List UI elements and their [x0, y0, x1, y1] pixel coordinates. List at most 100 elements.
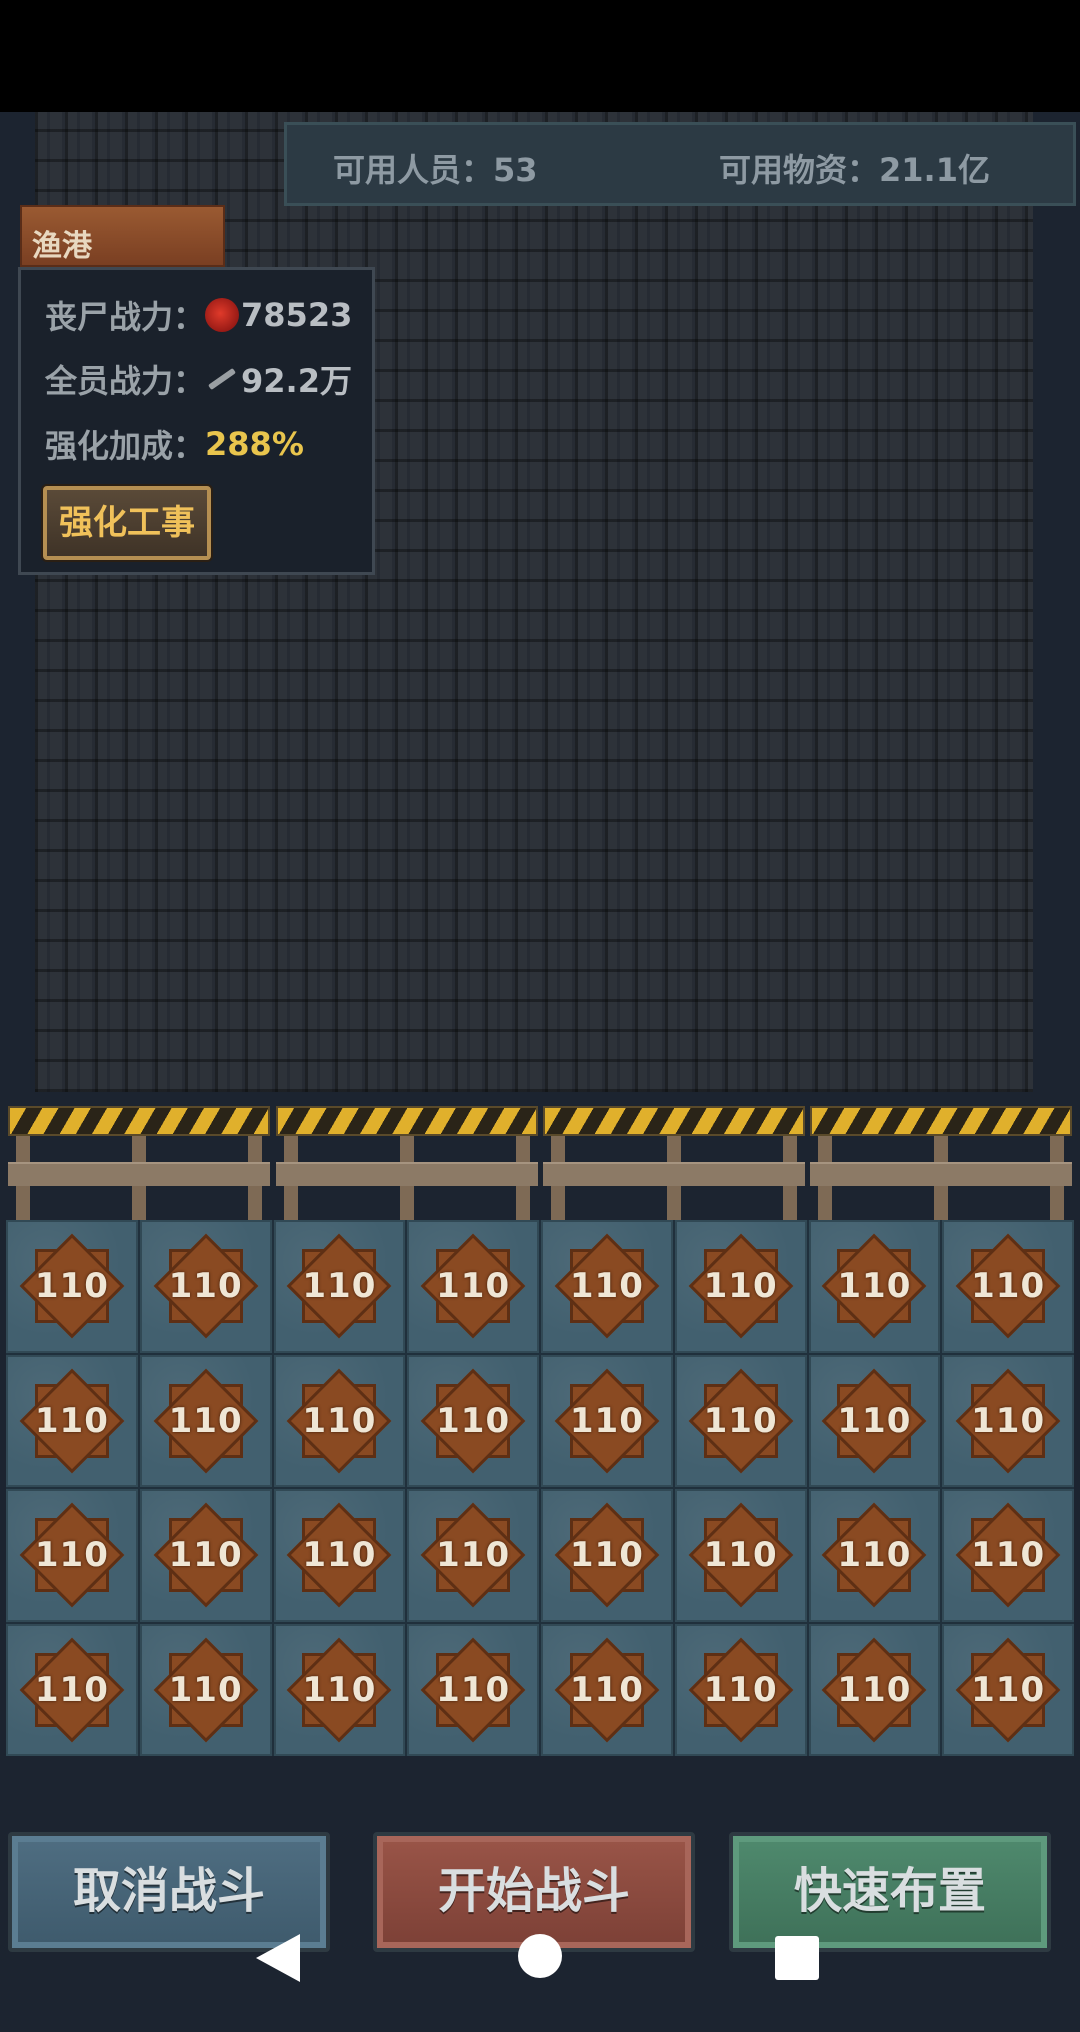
recent-apps-icon[interactable] — [775, 1936, 819, 1980]
fortification-badge-icon: 110 — [287, 1503, 391, 1607]
fortification-badge-icon: 110 — [421, 1369, 525, 1473]
grid-cell[interactable]: 110 — [6, 1623, 138, 1756]
grid-cell[interactable]: 110 — [407, 1220, 539, 1353]
cell-value: 110 — [569, 1400, 644, 1441]
cell-value: 110 — [302, 1266, 377, 1307]
grid-cell[interactable]: 110 — [139, 1220, 272, 1353]
fortification-badge-icon: 110 — [154, 1369, 258, 1473]
fortification-badge-icon: 110 — [20, 1369, 124, 1473]
fortification-badge-icon: 110 — [421, 1234, 525, 1338]
cell-value: 110 — [168, 1266, 243, 1307]
fortification-badge-icon: 110 — [287, 1369, 391, 1473]
cell-value: 110 — [436, 1266, 511, 1307]
cell-value: 110 — [436, 1669, 511, 1710]
fortification-badge-icon: 110 — [287, 1638, 391, 1742]
grid-cell[interactable]: 110 — [407, 1354, 539, 1487]
grid-cell[interactable]: 110 — [942, 1623, 1074, 1756]
upgrade-fortification-button[interactable]: 强化工事 — [43, 486, 211, 560]
cell-value: 110 — [703, 1400, 778, 1441]
cell-value: 110 — [34, 1535, 109, 1576]
grid-cell[interactable]: 110 — [674, 1354, 807, 1487]
fortification-badge-icon: 110 — [154, 1638, 258, 1742]
grid-cell[interactable]: 110 — [541, 1220, 673, 1353]
fortification-badge-icon: 110 — [956, 1369, 1060, 1473]
grid-cell[interactable]: 110 — [407, 1489, 539, 1622]
fortification-badge-icon: 110 — [822, 1369, 926, 1473]
fortification-badge-icon: 110 — [20, 1503, 124, 1607]
cell-value: 110 — [971, 1535, 1046, 1576]
grid-cell[interactable]: 110 — [808, 1489, 941, 1622]
fortification-badge-icon: 110 — [421, 1503, 525, 1607]
cell-value: 110 — [168, 1669, 243, 1710]
cell-value: 110 — [971, 1266, 1046, 1307]
grid-cell[interactable]: 110 — [942, 1220, 1074, 1353]
bonus-label: 强化加成： — [45, 427, 206, 465]
grid-cell[interactable]: 110 — [674, 1489, 807, 1622]
barricade — [543, 1102, 805, 1220]
fortification-badge-icon: 110 — [555, 1369, 659, 1473]
grid-cell[interactable]: 110 — [674, 1220, 807, 1353]
cell-value: 110 — [436, 1400, 511, 1441]
fortification-badge-icon: 110 — [154, 1234, 258, 1338]
cell-value: 110 — [703, 1266, 778, 1307]
fortification-badge-icon: 110 — [555, 1503, 659, 1607]
grid-cell[interactable]: 110 — [674, 1623, 807, 1756]
cell-value: 110 — [302, 1535, 377, 1576]
grid-cell[interactable]: 110 — [407, 1623, 539, 1756]
fortification-badge-icon: 110 — [689, 1503, 793, 1607]
grid-cell[interactable]: 110 — [808, 1354, 941, 1487]
team-power-value: 92.2万 — [241, 362, 352, 400]
cell-value: 110 — [569, 1535, 644, 1576]
cell-value: 110 — [837, 1400, 912, 1441]
back-icon[interactable] — [256, 1934, 300, 1982]
grid-cell[interactable]: 110 — [6, 1220, 138, 1353]
zombie-power-label: 丧尸战力： — [45, 298, 206, 336]
grid-cell[interactable]: 110 — [942, 1489, 1074, 1622]
fortification-badge-icon: 110 — [20, 1638, 124, 1742]
grid-cell[interactable]: 110 — [6, 1354, 138, 1487]
grid-cell[interactable]: 110 — [273, 1220, 406, 1353]
grid-cell[interactable]: 110 — [273, 1354, 406, 1487]
cell-value: 110 — [837, 1669, 912, 1710]
grid-cell[interactable]: 110 — [541, 1354, 673, 1487]
barricade-row — [8, 1102, 1080, 1220]
grid-cell[interactable]: 110 — [541, 1489, 673, 1622]
gun-icon — [205, 362, 239, 396]
fortification-badge-icon: 110 — [555, 1638, 659, 1742]
fortification-badge-icon: 110 — [555, 1234, 659, 1338]
grid-cell[interactable]: 110 — [942, 1354, 1074, 1487]
status-bar — [0, 0, 1080, 112]
cell-value: 110 — [569, 1266, 644, 1307]
cell-value: 110 — [837, 1266, 912, 1307]
grid-cell[interactable]: 110 — [139, 1354, 272, 1487]
cell-value: 110 — [302, 1400, 377, 1441]
grid-cell[interactable]: 110 — [541, 1623, 673, 1756]
bonus-value: 288% — [205, 425, 304, 463]
cell-value: 110 — [971, 1400, 1046, 1441]
fortification-badge-icon: 110 — [689, 1638, 793, 1742]
fortification-badge-icon: 110 — [956, 1638, 1060, 1742]
cell-value: 110 — [971, 1669, 1046, 1710]
system-nav-bar — [0, 1926, 1080, 2032]
grid-cell[interactable]: 110 — [808, 1220, 941, 1353]
zombie-icon — [205, 298, 240, 332]
grid-cell[interactable]: 110 — [139, 1489, 272, 1622]
zombie-power-row: 丧尸战力： 78523 — [45, 292, 352, 338]
fortification-badge-icon: 110 — [689, 1369, 793, 1473]
grid-cell[interactable]: 110 — [808, 1623, 941, 1756]
available-supplies: 可用物资：21.1亿 — [719, 151, 990, 189]
grid-cell[interactable]: 110 — [273, 1489, 406, 1622]
grid-cell[interactable]: 110 — [139, 1623, 272, 1756]
grid-cell[interactable]: 110 — [273, 1623, 406, 1756]
deployment-grid: 110 110 110 110 110 110 110 110 110 110 110 110 110 1… — [6, 1220, 1074, 1756]
cell-value: 110 — [703, 1669, 778, 1710]
grid-cell[interactable]: 110 — [6, 1489, 138, 1622]
cell-value: 110 — [837, 1535, 912, 1576]
fortification-badge-icon: 110 — [956, 1503, 1060, 1607]
location-tag: 渔港 — [20, 205, 225, 267]
fortification-badge-icon: 110 — [822, 1503, 926, 1607]
cell-value: 110 — [436, 1535, 511, 1576]
available-personnel: 可用人员：53 — [333, 151, 538, 189]
bonus-row: 强化加成： 288% — [45, 421, 304, 467]
home-icon[interactable] — [518, 1934, 562, 1978]
